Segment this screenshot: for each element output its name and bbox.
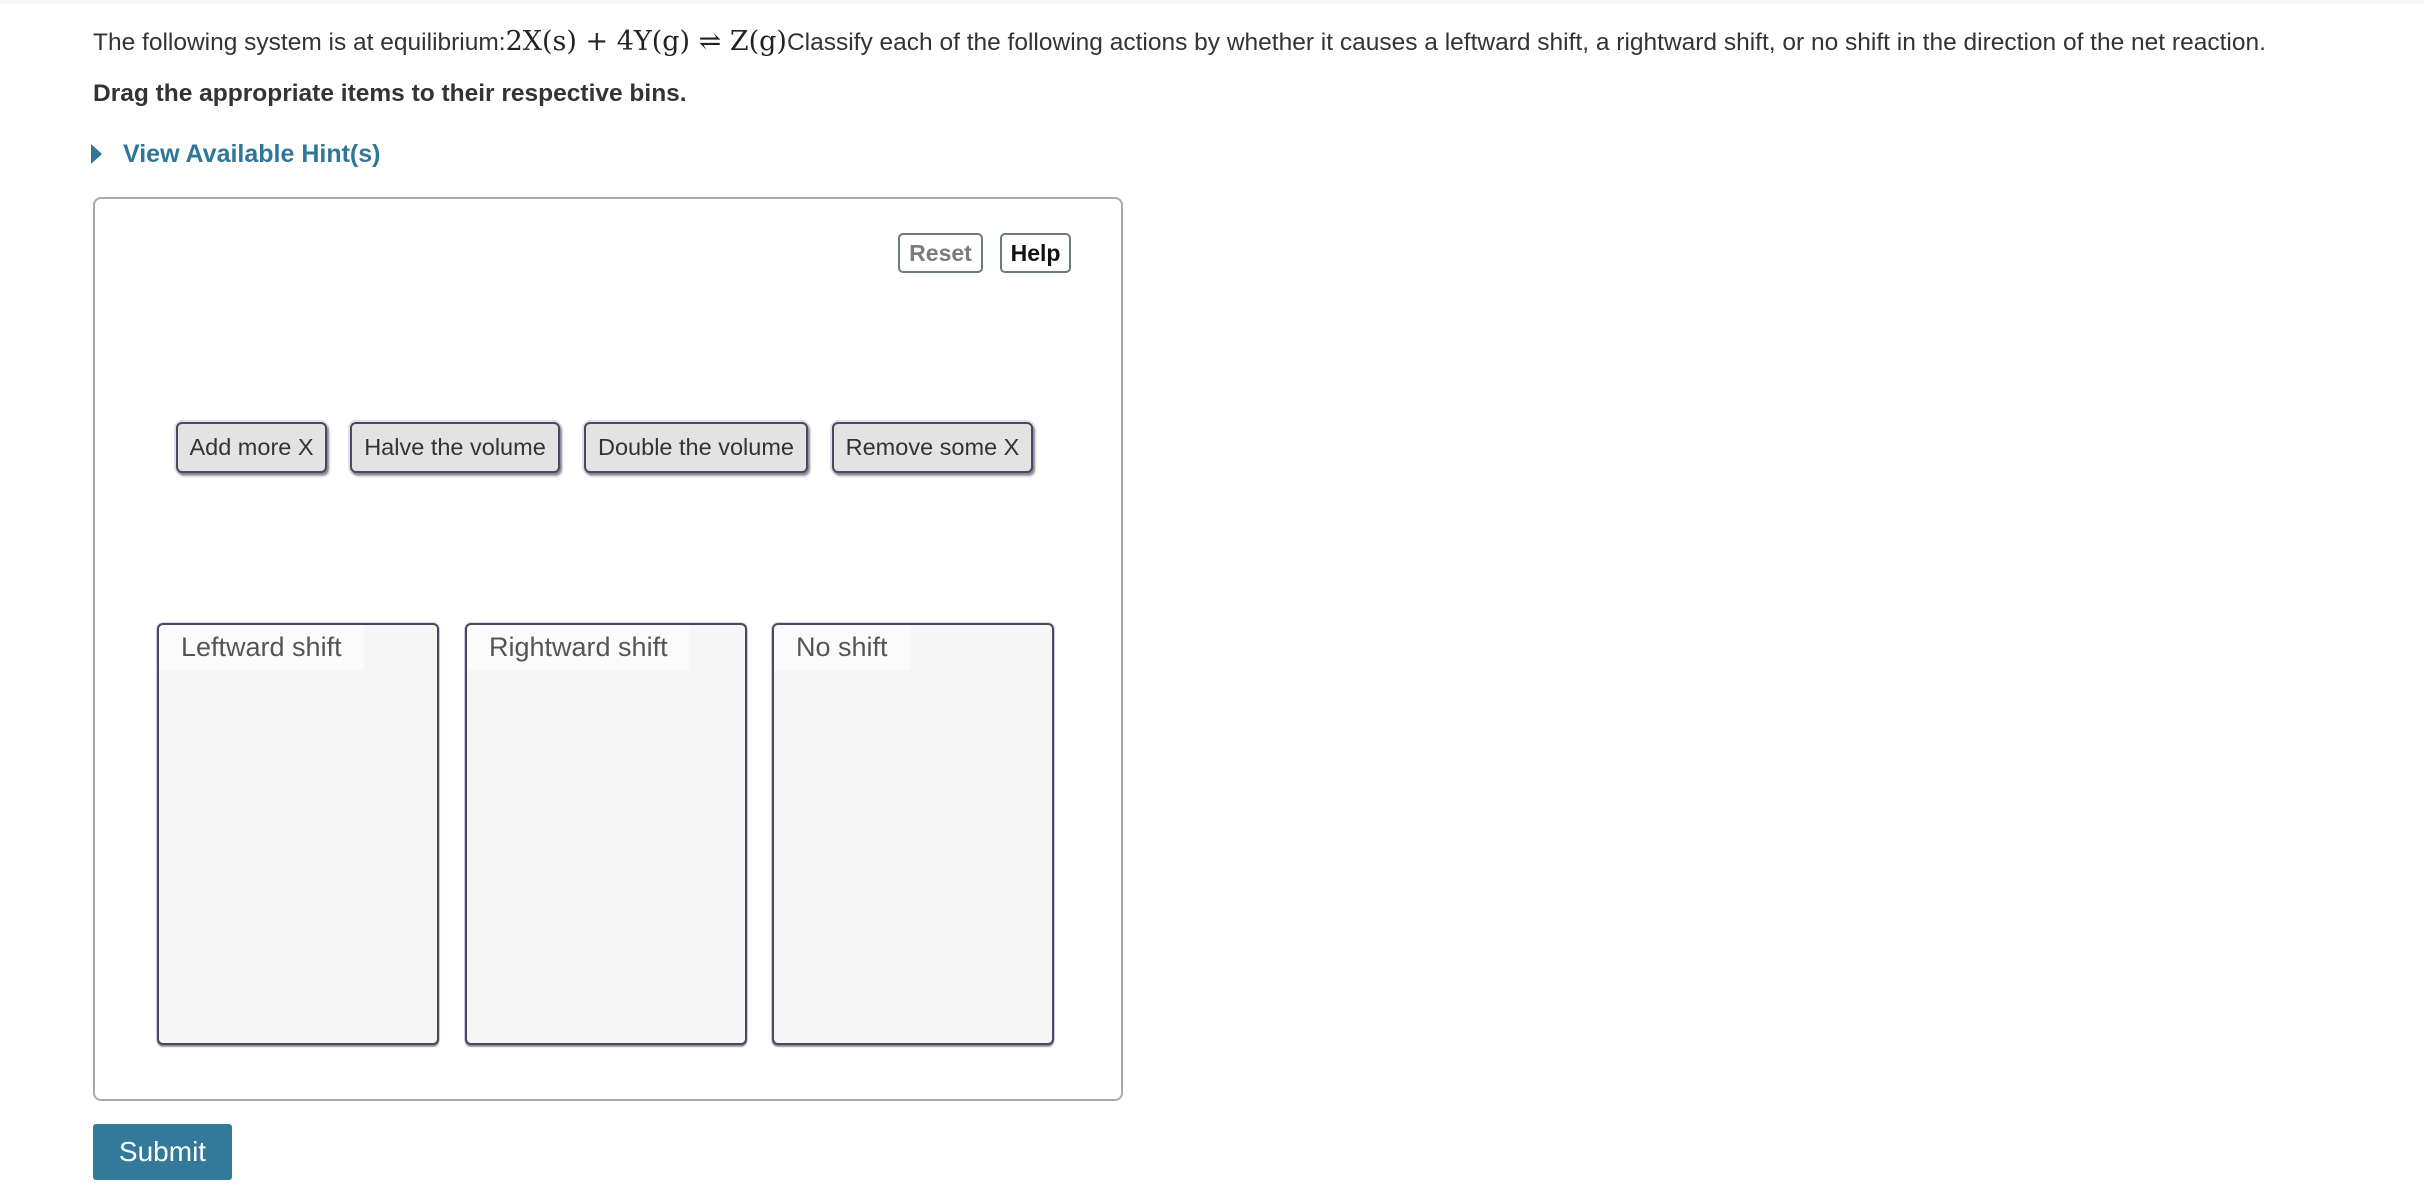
question-suffix: Classify each of the following actions b… [786,29,2266,56]
reset-button[interactable]: Reset [898,233,983,273]
view-hints-label[interactable]: View Available Hint(s) [123,140,380,169]
instruction-text: Drag the appropriate items to their resp… [93,80,687,107]
bin-label: Rightward shift [467,625,690,670]
draggable-item-halve-volume[interactable]: Halve the volume [350,422,560,473]
chemical-equation: 2X(s) + 4Y(g) ⇌ Z(g) [505,26,787,57]
help-button[interactable]: Help [1000,233,1071,273]
bin-leftward-shift[interactable]: Leftward shift [157,623,439,1045]
bin-rightward-shift[interactable]: Rightward shift [465,623,747,1045]
bin-label: No shift [774,625,910,670]
draggable-item-double-volume[interactable]: Double the volume [584,422,808,473]
draggable-item-remove-some-x[interactable]: Remove some X [832,422,1033,473]
caret-right-icon [91,144,102,164]
bin-label: Leftward shift [159,625,364,670]
draggable-item-add-more-x[interactable]: Add more X [176,422,327,473]
top-bar [0,0,2424,4]
question-text: The following system is at equilibrium:2… [93,22,2266,63]
bin-no-shift[interactable]: No shift [772,623,1054,1045]
question-prefix: The following system is at equilibrium: [93,29,506,56]
view-hints-toggle[interactable]: View Available Hint(s) [91,136,380,172]
submit-button[interactable]: Submit [93,1124,232,1180]
